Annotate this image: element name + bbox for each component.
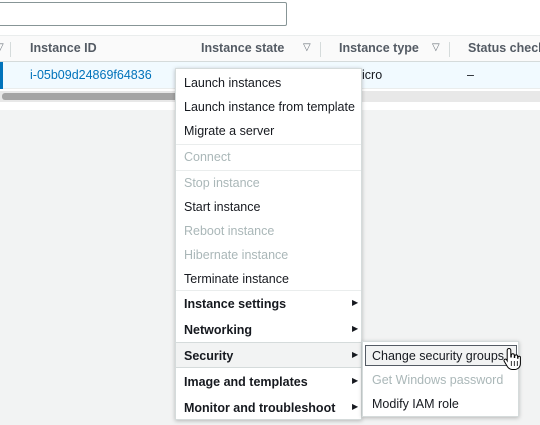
menu-item-terminate-instance[interactable]: Terminate instance [184,272,289,286]
hand-pointer-icon [503,347,521,370]
column-header-instance-id[interactable]: Instance ID [30,41,97,55]
submenu-arrow-icon: ▶ [352,298,359,307]
column-divider [449,42,450,57]
menu-divider [176,170,361,171]
scrollbar-thumb[interactable] [2,93,192,100]
submenu-item-change-security-groups[interactable]: Change security groups [372,349,504,363]
sort-caret-icon[interactable]: ▽ [0,42,4,53]
menu-divider [176,290,361,291]
column-header-instance-type[interactable]: Instance type [339,41,419,55]
menu-item-migrate-server[interactable]: Migrate a server [184,124,274,138]
column-header-status-check[interactable]: Status check [468,41,540,55]
column-divider [320,42,321,57]
menu-item-monitor-and-troubleshoot[interactable]: Monitor and troubleshoot [184,401,335,415]
submenu-item-modify-iam-role[interactable]: Modify IAM role [372,397,459,411]
menu-item-stop-instance[interactable]: Stop instance [184,176,260,190]
table-header: ▽ Instance ID Instance state ▽ Instance … [0,35,540,62]
security-submenu: Change security groups Get Windows passw… [362,341,519,417]
submenu-arrow-icon: ▶ [352,350,359,359]
menu-item-instance-settings[interactable]: Instance settings [184,297,286,311]
menu-item-launch-from-template[interactable]: Launch instance from template [184,100,355,114]
submenu-arrow-icon: ▶ [352,402,359,411]
submenu-item-get-windows-password[interactable]: Get Windows password [372,373,503,387]
column-divider [10,42,11,57]
status-check-cell: – [467,68,474,82]
instance-id-link[interactable]: i-05b09d24869f64836 [30,68,152,82]
column-header-instance-state[interactable]: Instance state [201,41,284,55]
menu-item-launch-instances[interactable]: Launch instances [184,76,281,90]
submenu-arrow-icon: ▶ [352,324,359,333]
menu-item-networking[interactable]: Networking [184,323,252,337]
menu-item-start-instance[interactable]: Start instance [184,200,260,214]
sort-caret-icon[interactable]: ▽ [432,42,440,53]
menu-item-hibernate-instance[interactable]: Hibernate instance [184,248,288,262]
menu-item-image-and-templates[interactable]: Image and templates [184,375,308,389]
instance-actions-menu: Launch instances Launch instance from te… [175,68,362,420]
search-input[interactable] [0,2,287,26]
instance-type-cell: icro [362,68,383,82]
selected-row-indicator [0,62,3,89]
menu-item-reboot-instance[interactable]: Reboot instance [184,224,274,238]
submenu-arrow-icon: ▶ [352,376,359,385]
menu-item-connect[interactable]: Connect [184,150,231,164]
sort-caret-icon[interactable]: ▽ [303,42,311,53]
menu-item-security[interactable]: Security [184,349,233,363]
menu-divider [176,144,361,145]
